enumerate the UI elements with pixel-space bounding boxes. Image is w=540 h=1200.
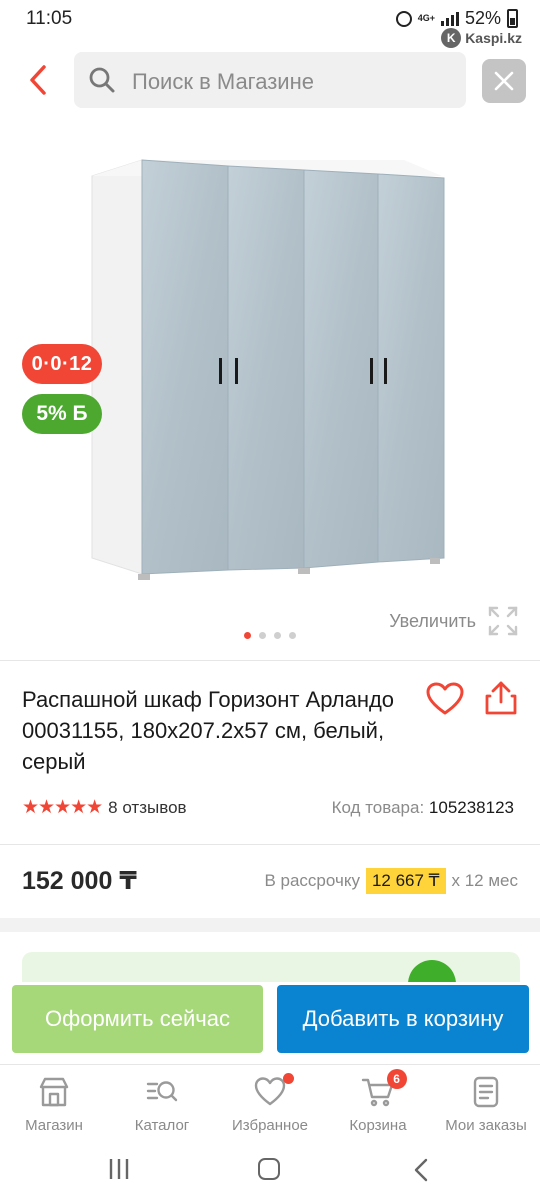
promo-banner[interactable] xyxy=(22,952,520,982)
back-button[interactable] xyxy=(22,62,58,98)
nav-item-orders[interactable]: Мои заказы xyxy=(432,1065,540,1140)
installment-prefix: В рассрочку xyxy=(264,871,360,890)
share-icon xyxy=(485,681,517,715)
divider xyxy=(0,660,540,661)
nav-label-catalog: Каталог xyxy=(134,1117,190,1134)
pagination-dot[interactable] xyxy=(289,632,296,639)
share-button[interactable] xyxy=(484,680,518,716)
search-icon xyxy=(89,67,115,93)
expand-icon xyxy=(488,606,518,636)
nav-label-cart: Корзина xyxy=(349,1117,407,1134)
kaspi-brand: K Kaspi.kz xyxy=(441,28,522,48)
cart-count-badge: 6 xyxy=(386,1069,407,1089)
close-icon xyxy=(494,71,514,91)
kaspi-brand-text: Kaspi.kz xyxy=(465,30,522,46)
heart-icon xyxy=(254,1077,286,1106)
product-code: Код товара: 105238123 xyxy=(332,798,514,818)
orders-icon xyxy=(473,1076,499,1108)
status-bar: 11:05 4G+ 52% K Kaspi.kz xyxy=(0,0,540,48)
nav-item-catalog[interactable]: Каталог xyxy=(108,1065,216,1140)
status-indicators: 4G+ 52% xyxy=(395,8,518,29)
installment-suffix: х 12 мес xyxy=(451,871,519,890)
signal-icon xyxy=(440,11,459,26)
installment-amount: 12 667 ₸ xyxy=(365,868,446,894)
installment-info: В рассрочку 12 667 ₸ х 12 мес xyxy=(264,868,518,894)
add-to-cart-button[interactable]: Добавить в корзину xyxy=(277,985,529,1053)
pagination-dot[interactable] xyxy=(274,632,281,639)
product-code-label: Код товара: xyxy=(331,798,425,817)
order-now-button[interactable]: Оформить сейчас xyxy=(12,985,263,1053)
nav-item-cart[interactable]: 6 Корзина xyxy=(324,1065,432,1140)
battery-percent: 52% xyxy=(464,8,501,28)
bottom-navigation: Магазин Каталог Избранное 6 Корзина Мои … xyxy=(0,1064,540,1140)
product-gallery[interactable]: 0·0·12 5% Б Увеличить xyxy=(0,118,540,648)
reviews-link[interactable]: 8 отзывов xyxy=(108,798,186,818)
nav-label-store: Магазин xyxy=(25,1117,83,1134)
favorite-button[interactable] xyxy=(426,682,464,716)
product-rating[interactable]: ★★★★★ 8 отзывов xyxy=(22,796,187,819)
product-price: 152 000 ₸ xyxy=(22,867,137,895)
status-time: 11:05 xyxy=(26,8,73,29)
product-image[interactable] xyxy=(86,148,456,588)
product-title: Распашной шкаф Горизонт Арландо 00031155… xyxy=(22,687,395,774)
catalog-search-icon xyxy=(146,1081,178,1102)
zoom-button[interactable]: Увеличить xyxy=(389,606,518,636)
search-header: Поиск в Магазине xyxy=(0,50,540,110)
section-separator xyxy=(0,918,540,932)
network-type: 4G+ xyxy=(417,13,435,23)
search-input[interactable]: Поиск в Магазине xyxy=(74,52,466,108)
nav-item-favorites[interactable]: Избранное xyxy=(216,1065,324,1140)
kaspi-logo-icon: K xyxy=(441,28,462,48)
promo-badge-icon xyxy=(408,960,456,982)
divider xyxy=(0,844,540,845)
gallery-pagination xyxy=(244,632,296,639)
pagination-dot[interactable] xyxy=(259,632,266,639)
product-code-value: 105238123 xyxy=(428,798,514,817)
nav-label-orders: Мои заказы xyxy=(445,1117,527,1134)
nav-item-store[interactable]: Магазин xyxy=(0,1065,108,1140)
installment-badge: 0·0·12 xyxy=(22,344,102,384)
pagination-dot[interactable] xyxy=(244,632,251,639)
heart-icon xyxy=(426,682,464,715)
nav-label-favorites: Избранное xyxy=(231,1117,309,1134)
system-navigation xyxy=(0,1140,540,1200)
clear-search-button[interactable] xyxy=(482,59,526,103)
home-icon[interactable] xyxy=(258,1158,280,1180)
store-icon xyxy=(39,1077,69,1107)
recent-apps-icon[interactable] xyxy=(107,1158,131,1180)
chevron-left-icon xyxy=(30,65,46,95)
search-placeholder: Поиск в Магазине xyxy=(132,69,314,94)
battery-icon xyxy=(507,9,518,28)
system-back-icon[interactable] xyxy=(412,1158,430,1182)
zoom-label: Увеличить xyxy=(389,610,476,631)
alarm-icon xyxy=(395,10,412,27)
bonus-badge: 5% Б xyxy=(22,394,102,434)
rating-stars-icon: ★★★★★ xyxy=(22,797,103,818)
favorites-notification-dot xyxy=(282,1073,294,1084)
